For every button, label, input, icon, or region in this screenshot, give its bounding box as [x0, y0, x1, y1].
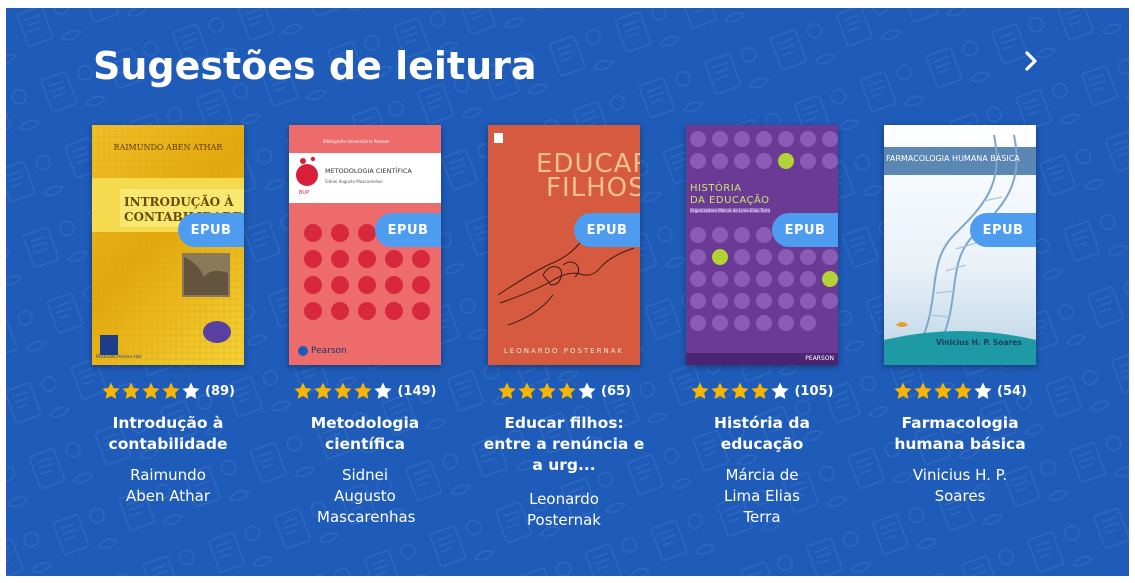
cover-publisher: Pearson — [311, 346, 347, 356]
star-filled-icon — [894, 382, 912, 399]
book-cover[interactable]: Bibliografia Universitária Pearson METOD… — [289, 125, 441, 365]
book-title[interactable]: História da educação — [674, 413, 850, 455]
star-filled-icon — [162, 382, 180, 399]
star-empty-icon — [578, 382, 596, 399]
section-title: Sugestões de leitura — [93, 44, 537, 88]
rating: (149) — [289, 381, 441, 401]
star-filled-icon — [731, 382, 750, 399]
suggestions-panel: Sugestões de leitura RAIMUNDO ABEN ATHAR… — [6, 8, 1129, 576]
rating-count: (65) — [601, 383, 631, 399]
book-title[interactable]: Introdução à contabilidade — [80, 413, 256, 455]
book-cover[interactable]: RAIMUNDO ABEN ATHAR INTRODUÇÃO À CONTABI… — [92, 125, 244, 365]
epub-badge: EPUB — [574, 213, 640, 247]
cover-author: RAIMUNDO ABEN ATHAR — [113, 143, 223, 152]
book-title[interactable]: Farmacologia humana básica — [872, 413, 1048, 455]
chevron-right-icon — [1025, 51, 1037, 71]
cover-title-line1: HISTÓRIA — [690, 183, 742, 194]
star-empty-icon — [374, 382, 393, 399]
cover-title: METODOLOGIA CIENTÍFICA — [325, 167, 412, 175]
book-author[interactable]: Sidnei Augusto Mascarenhas — [279, 465, 451, 528]
cover-series: Bibliografia Universitária Pearson — [323, 139, 390, 144]
cover-title-line1: INTRODUÇÃO À — [124, 195, 234, 209]
epub-badge: EPUB — [375, 213, 441, 247]
epub-badge: EPUB — [970, 213, 1036, 247]
book-cover[interactable]: EDUCAR FILHOS LEONARDO POSTERNAK EPUB — [488, 125, 640, 365]
next-button[interactable] — [1016, 46, 1046, 76]
rating: (65) — [488, 381, 640, 401]
cover-author: Sidnei Augusto Mascarenhas — [325, 179, 383, 184]
book-author[interactable]: Raimundo Aben Athar — [82, 465, 254, 507]
cover-title: FARMACOLOGIA HUMANA BÁSICA — [886, 154, 1020, 163]
rating: (54) — [884, 381, 1036, 401]
book-author[interactable]: Vinicius H. P. Soares — [874, 465, 1046, 507]
star-empty-icon — [974, 382, 992, 399]
star-filled-icon — [354, 382, 373, 399]
star-filled-icon — [691, 382, 710, 399]
cover-publisher: PEARSON Prentice Hall — [96, 354, 142, 359]
star-filled-icon — [498, 382, 516, 399]
rating-count: (149) — [397, 383, 437, 399]
book-title[interactable]: Metodologia científica — [277, 413, 453, 455]
rating: (89) — [92, 381, 244, 401]
star-filled-icon — [914, 382, 932, 399]
star-filled-icon — [751, 382, 770, 399]
star-filled-icon — [294, 382, 313, 399]
star-filled-icon — [334, 382, 353, 399]
cover-title-line2: FILHOS — [546, 173, 640, 203]
cover-logo: BUP — [299, 190, 310, 196]
cover-author: Organizadora Márcia de Lima Elias Terra — [690, 208, 771, 213]
epub-badge: EPUB — [178, 213, 244, 247]
rating-count: (105) — [794, 383, 834, 399]
star-filled-icon — [934, 382, 952, 399]
book-title[interactable]: Educar filhos: entre a renúncia e a urg.… — [476, 413, 652, 476]
star-filled-icon — [954, 382, 972, 399]
cover-title-line2: DA EDUCAÇÃO — [690, 195, 770, 206]
book-author[interactable]: Márcia de Lima Elias Terra — [676, 465, 848, 528]
star-empty-icon — [771, 382, 790, 399]
book-cover[interactable]: FARMACOLOGIA HUMANA BÁSICA Vinicius H. P… — [884, 125, 1036, 365]
book-author[interactable]: Leonardo Posternak — [478, 489, 650, 531]
star-filled-icon — [142, 382, 160, 399]
star-filled-icon — [122, 382, 140, 399]
epub-badge: EPUB — [772, 213, 838, 247]
star-filled-icon — [102, 382, 120, 399]
star-filled-icon — [518, 382, 536, 399]
book-cover[interactable]: HISTÓRIA DA EDUCAÇÃO Organizadora Márcia… — [686, 125, 838, 365]
rating-count: (89) — [205, 383, 235, 399]
star-filled-icon — [711, 382, 730, 399]
rating-count: (54) — [997, 383, 1027, 399]
star-empty-icon — [182, 382, 200, 399]
cover-author: Vinicius H. P. Soares — [936, 338, 1022, 347]
cover-author: LEONARDO POSTERNAK — [503, 347, 625, 355]
cover-publisher: PEARSON — [805, 355, 834, 362]
star-filled-icon — [558, 382, 576, 399]
star-filled-icon — [314, 382, 333, 399]
star-filled-icon — [538, 382, 556, 399]
rating: (105) — [686, 381, 838, 401]
